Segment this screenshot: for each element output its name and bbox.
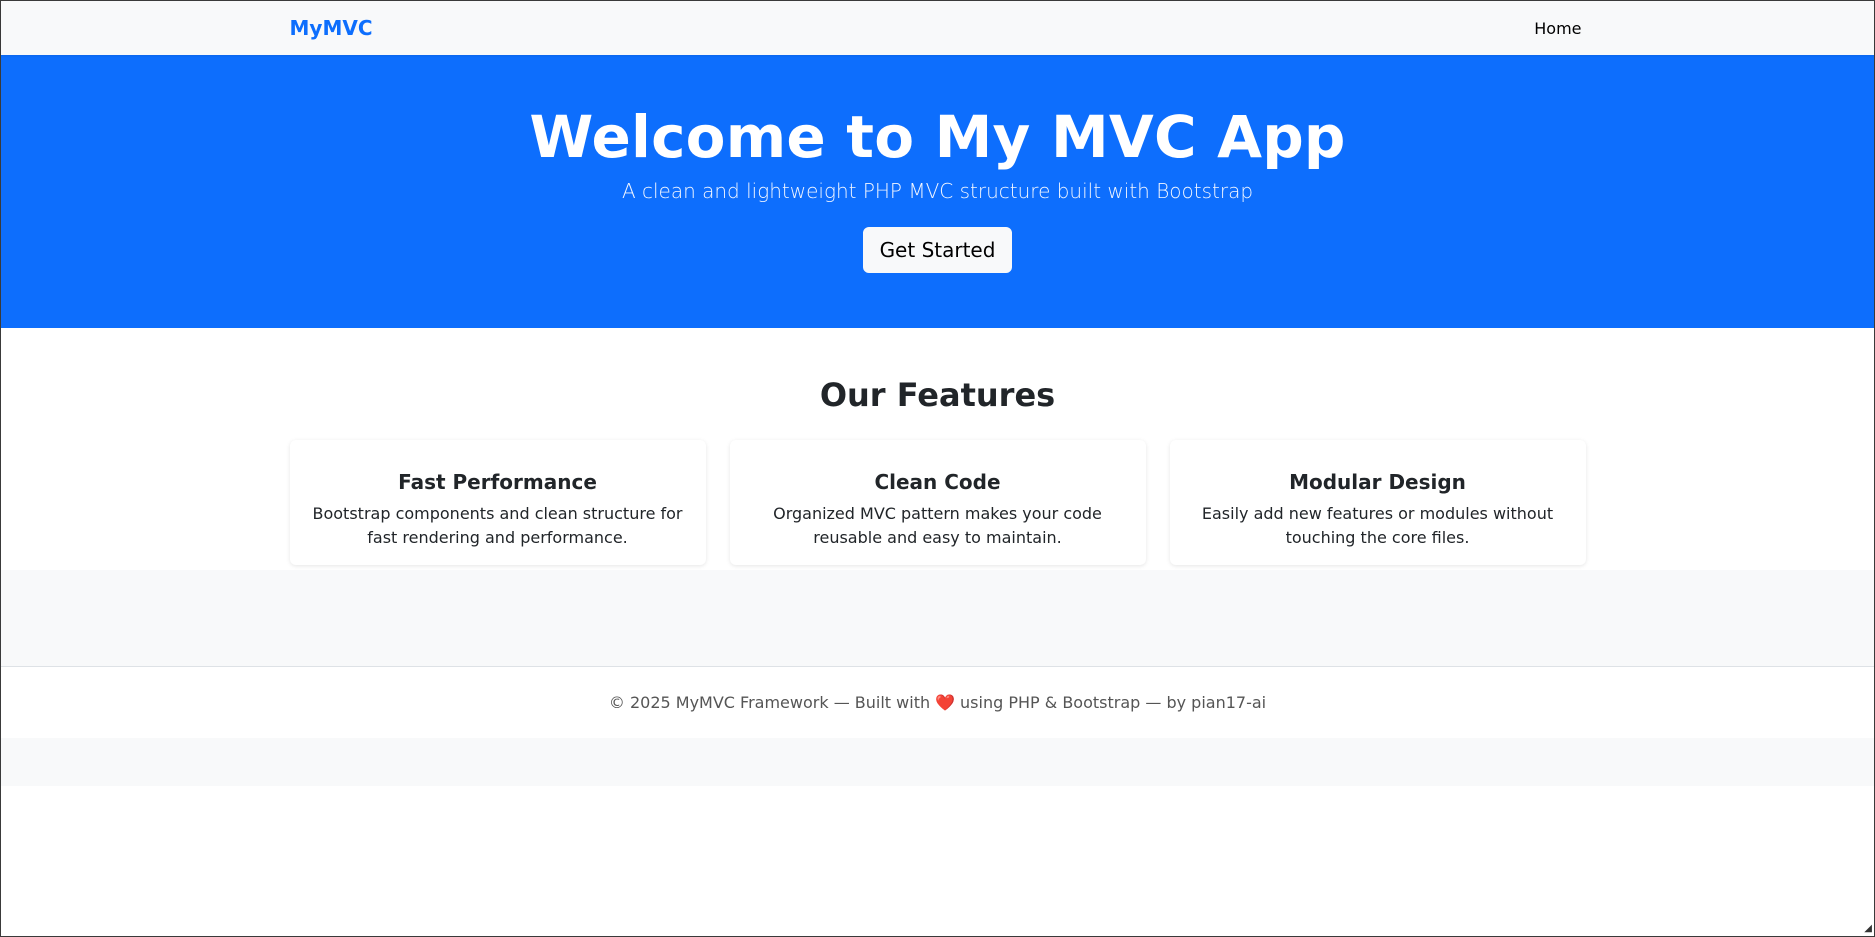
features-heading: Our Features [819, 376, 1056, 414]
feature-card-text: Easily add new features or modules witho… [1201, 504, 1554, 548]
features-section: Our Features Fast Performance Bootstrap … [1, 328, 1874, 570]
feature-card-modular-design: Modular Design Easily add new features o… [1169, 440, 1586, 566]
feature-cards: Fast Performance Bootstrap components an… [289, 440, 1586, 566]
get-started-button[interactable]: Get Started [862, 226, 1013, 273]
feature-card-text: Organized MVC pattern makes your code re… [773, 504, 1102, 548]
feature-card-clean-code: Clean Code Organized MVC pattern makes y… [729, 440, 1146, 566]
gray-band [1, 570, 1874, 666]
footer-text-before: © 2025 MyMVC Framework — Built with [608, 693, 931, 712]
hero-subtitle: A clean and lightweight PHP MVC structur… [621, 178, 1254, 203]
gray-band-bottom [1, 738, 1874, 786]
heart-icon: ❤️ [935, 693, 956, 712]
hero-section: Welcome to My MVC App A clean and lightw… [1, 55, 1874, 328]
feature-card-title: Clean Code [874, 470, 1001, 495]
nav-link-home[interactable]: Home [1534, 19, 1581, 38]
feature-card-title: Fast Performance [398, 470, 597, 495]
brand-link[interactable]: MyMVC [290, 16, 373, 40]
feature-card-fast-performance: Fast Performance Bootstrap components an… [289, 440, 706, 566]
feature-card-text: Bootstrap components and clean structure… [312, 504, 683, 548]
navbar-container: MyMVC Home [290, 1, 1586, 55]
navbar: MyMVC Home [1, 1, 1874, 55]
hero-title: Welcome to My MVC App [529, 103, 1346, 171]
footer: © 2025 MyMVC Framework — Built with ❤️ u… [1, 666, 1874, 738]
feature-card-title: Modular Design [1289, 470, 1466, 495]
features-container: Our Features Fast Performance Bootstrap … [289, 376, 1586, 566]
footer-text-after: using PHP & Bootstrap — by pian17-ai [960, 693, 1267, 712]
resize-grip-icon: ◢ [1864, 923, 1872, 934]
